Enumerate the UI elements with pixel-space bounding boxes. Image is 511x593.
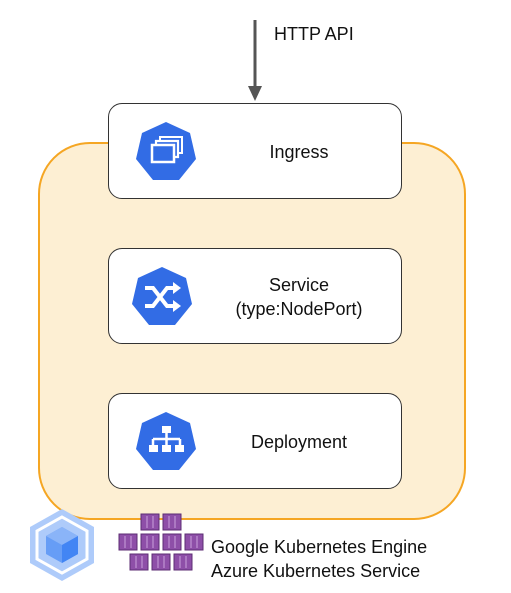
api-label: HTTP API bbox=[274, 24, 354, 44]
ingress-node[interactable]: Ingress bbox=[108, 103, 402, 199]
footer-gke-label: Google Kubernetes Engine bbox=[211, 537, 428, 557]
ingress-icon bbox=[136, 122, 196, 180]
ingress-label: Ingress bbox=[269, 142, 329, 162]
service-label-line2: (type:NodePort) bbox=[235, 299, 363, 319]
deployment-hierarchy-icon bbox=[136, 412, 196, 470]
deployment-label: Deployment bbox=[250, 432, 348, 452]
deployment-node[interactable]: Deployment bbox=[108, 393, 402, 489]
aks-logo-icon bbox=[118, 513, 204, 571]
gke-logo-icon bbox=[30, 509, 94, 581]
api-arrow-head bbox=[248, 86, 262, 101]
footer-aks-label: Azure Kubernetes Service bbox=[211, 561, 421, 581]
service-label-line1: Service bbox=[268, 275, 330, 295]
service-node[interactable]: Service (type:NodePort) bbox=[108, 248, 402, 344]
service-shuffle-icon bbox=[132, 267, 192, 325]
